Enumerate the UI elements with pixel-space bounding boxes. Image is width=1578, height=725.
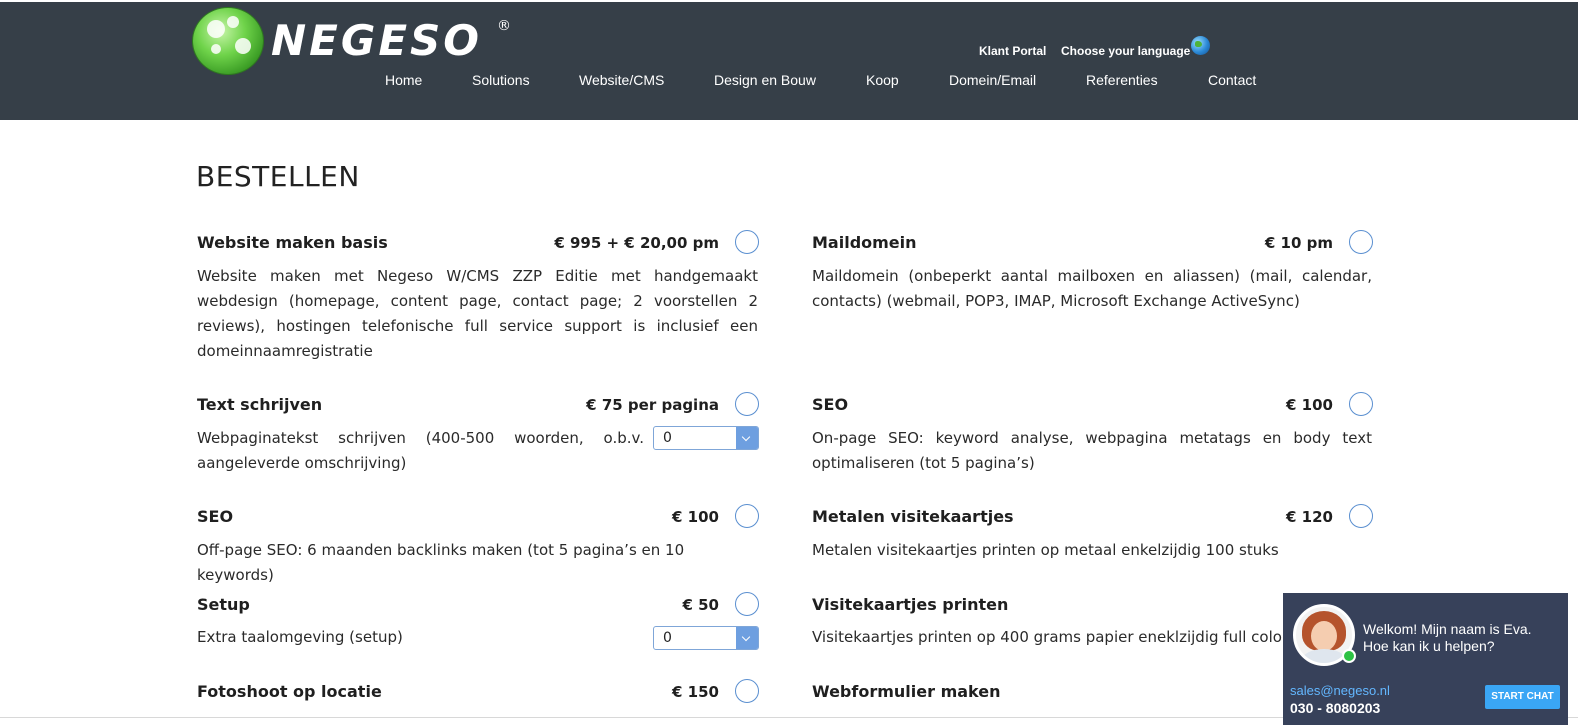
sales-email-link[interactable]: sales@negeso.nl bbox=[1290, 683, 1390, 698]
item-title: Text schrijven bbox=[197, 395, 323, 414]
item-price: € 10 pm bbox=[1264, 234, 1333, 252]
chat-message-line1: Welkom! Mijn naam is Eva. bbox=[1363, 621, 1532, 637]
logo-text: NEGESO bbox=[271, 16, 482, 65]
item-radio[interactable] bbox=[1349, 392, 1373, 416]
site-header: NEGESO ® Klant Portal Choose your langua… bbox=[0, 0, 1578, 120]
nav-referenties[interactable]: Referenties bbox=[1086, 72, 1158, 88]
item-title: Metalen visitekaartjes bbox=[812, 507, 1014, 526]
nav-domein-email[interactable]: Domein/Email bbox=[949, 72, 1036, 88]
item-price: € 75 per pagina bbox=[586, 396, 719, 414]
klant-portal-link[interactable]: Klant Portal bbox=[979, 44, 1046, 58]
chat-message-line2: Hoe kan ik u helpen? bbox=[1363, 638, 1495, 654]
chevron-down-icon[interactable] bbox=[736, 427, 758, 449]
item-radio[interactable] bbox=[1349, 504, 1373, 528]
item-title: Maildomein bbox=[812, 233, 917, 252]
item-title: Fotoshoot op locatie bbox=[197, 682, 382, 701]
item-price: € 100 bbox=[1286, 396, 1333, 414]
item-radio[interactable] bbox=[1349, 230, 1373, 254]
item-price: € 995 + € 20,00 pm bbox=[554, 234, 719, 252]
item-title: Website maken basis bbox=[197, 233, 388, 252]
nav-website-cms[interactable]: Website/CMS bbox=[579, 72, 664, 88]
online-status-icon bbox=[1342, 649, 1356, 663]
item-radio[interactable] bbox=[735, 592, 759, 616]
item-radio[interactable] bbox=[735, 230, 759, 254]
start-chat-button[interactable]: START CHAT bbox=[1485, 685, 1560, 709]
item-description: Maildomein (onbeperkt aantal mailboxen e… bbox=[812, 267, 1372, 310]
item-title: Setup bbox=[197, 595, 250, 614]
item-description: Metalen visitekaartjes printen op metaal… bbox=[812, 541, 1279, 559]
quantity-select[interactable]: 0 bbox=[653, 626, 759, 650]
chat-widget[interactable]: Welkom! Mijn naam is Eva. Hoe kan ik u h… bbox=[1283, 593, 1568, 725]
item-price: € 150 bbox=[672, 683, 719, 701]
item-title: Visitekaartjes printen bbox=[812, 595, 1009, 614]
nav-home[interactable]: Home bbox=[385, 72, 422, 88]
logo-ball-icon bbox=[193, 8, 263, 74]
item-description: Website maken met Negeso W/CMS ZZP Editi… bbox=[197, 267, 758, 360]
phone-number: 030 - 8080203 bbox=[1290, 700, 1381, 716]
item-description: Webpaginatekst schrijven (400-500 woorde… bbox=[197, 429, 644, 472]
item-title: SEO bbox=[197, 507, 234, 526]
quantity-select-value: 0 bbox=[663, 630, 672, 646]
page-title: BESTELLEN bbox=[196, 160, 360, 193]
nav-design-en-bouw[interactable]: Design en Bouw bbox=[714, 72, 816, 88]
item-radio[interactable] bbox=[735, 392, 759, 416]
item-price: € 100 bbox=[672, 508, 719, 526]
globe-icon[interactable] bbox=[1191, 36, 1210, 55]
chevron-down-icon[interactable] bbox=[736, 627, 758, 649]
negeso-logo[interactable]: NEGESO ® bbox=[193, 6, 523, 74]
choose-language-link[interactable]: Choose your language bbox=[1061, 44, 1190, 58]
chat-welcome-message: Welkom! Mijn naam is Eva. Hoe kan ik u h… bbox=[1363, 621, 1532, 655]
item-description: Off-page SEO: 6 maanden backlinks maken … bbox=[197, 541, 685, 584]
item-description: Extra taalomgeving (setup) bbox=[197, 628, 403, 646]
item-title: Webformulier maken bbox=[812, 682, 1001, 701]
item-price: € 120 bbox=[1286, 508, 1333, 526]
item-price: € 50 bbox=[682, 596, 719, 614]
quantity-select-value: 0 bbox=[663, 430, 672, 446]
item-title: SEO bbox=[812, 395, 849, 414]
nav-solutions[interactable]: Solutions bbox=[472, 72, 530, 88]
registered-mark: ® bbox=[497, 18, 511, 34]
quantity-select[interactable]: 0 bbox=[653, 426, 759, 450]
item-radio[interactable] bbox=[735, 504, 759, 528]
item-description: On-page SEO: keyword analyse, webpagina … bbox=[812, 429, 1372, 472]
nav-contact[interactable]: Contact bbox=[1208, 72, 1256, 88]
nav-koop[interactable]: Koop bbox=[866, 72, 899, 88]
item-radio[interactable] bbox=[735, 679, 759, 703]
